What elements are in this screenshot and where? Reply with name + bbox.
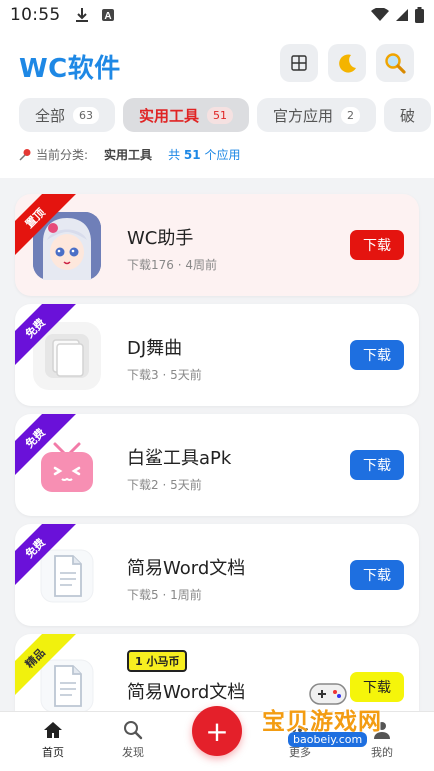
- download-button[interactable]: 下载: [350, 340, 404, 370]
- add-button[interactable]: +: [192, 706, 242, 756]
- download-button[interactable]: 下载: [350, 672, 404, 702]
- status-time: 10:55: [10, 5, 61, 25]
- update-time: 4周前: [185, 258, 218, 272]
- home-icon: [44, 722, 62, 738]
- app-card[interactable]: 置顶 WC助手 下载176 · 4周前 下载: [15, 194, 419, 296]
- tab-label: 实用工具: [139, 106, 200, 125]
- app-name: WC助手: [127, 228, 194, 249]
- update-time: 5天前: [170, 368, 202, 382]
- app-name: 简易Word文档: [127, 682, 246, 703]
- app-meta: 下载5 · 1周前: [127, 586, 202, 603]
- app-title: WC软件: [19, 54, 121, 84]
- wifi-icon: [371, 8, 389, 21]
- category-name: 实用工具: [104, 148, 153, 162]
- app-name: 白鲨工具aPk: [127, 448, 232, 469]
- nav-label: 首页: [42, 746, 64, 759]
- tab-count: 51: [207, 106, 234, 124]
- price-badge: 1 小马币: [127, 650, 188, 672]
- signal-icon: [396, 9, 408, 21]
- app-meta: 下载3 · 5天前: [127, 366, 202, 383]
- app-header: WC软件 全部 63 实用工具 51 官方应用 2 破 当前分类: 实用工具 共…: [0, 30, 434, 178]
- category-total: 共 51 个应用: [168, 146, 240, 163]
- more-icon: [292, 728, 308, 732]
- app-card[interactable]: 免费 白鲨工具aPk 下载2 · 5天前 下载: [15, 414, 419, 516]
- tab-label: 全部: [35, 106, 66, 125]
- moon-icon: [339, 54, 356, 73]
- user-icon: [374, 722, 390, 739]
- download-button[interactable]: 下载: [350, 230, 404, 260]
- download-count: 下载3: [127, 368, 159, 382]
- current-category-info: 当前分类: 实用工具 共 51 个应用: [19, 146, 240, 163]
- tab-label: 破: [400, 106, 416, 125]
- app-list: 置顶 WC助手 下载176 · 4周前 下载 免费 DJ舞曲 下载3 · 5天前…: [0, 178, 434, 712]
- gamepad-icon: [309, 683, 347, 705]
- meta-separator: ·: [162, 368, 171, 382]
- tab-official-apps[interactable]: 官方应用 2: [257, 98, 377, 132]
- meta-separator: ·: [162, 588, 171, 602]
- update-time: 1周前: [170, 588, 202, 602]
- category-prefix: 当前分类:: [36, 148, 89, 162]
- a-box-icon: A: [101, 9, 114, 22]
- grid-icon: [291, 55, 307, 71]
- tab-count: 2: [341, 106, 361, 124]
- tab-count: 63: [73, 106, 100, 124]
- grid-view-button[interactable]: [280, 44, 318, 82]
- category-tabs: 全部 63 实用工具 51 官方应用 2 破: [19, 98, 434, 132]
- tab-cracked[interactable]: 破: [384, 98, 432, 132]
- app-card[interactable]: 精品 1 小马币 简易Word文档 下载: [15, 634, 419, 712]
- meta-separator: ·: [162, 478, 171, 492]
- download-count: 下载5: [127, 588, 159, 602]
- app-meta: 下载2 · 5天前: [127, 476, 202, 493]
- total-suffix: 个应用: [204, 148, 241, 162]
- tab-utilities[interactable]: 实用工具 51: [123, 98, 250, 132]
- nav-mine[interactable]: 我的: [352, 720, 412, 760]
- download-button[interactable]: 下载: [350, 560, 404, 590]
- total-count: 51: [183, 148, 201, 162]
- nav-label: 更多: [289, 746, 311, 759]
- tab-label: 官方应用: [273, 106, 334, 125]
- download-button[interactable]: 下载: [350, 450, 404, 480]
- nav-home[interactable]: 首页: [23, 720, 83, 760]
- nav-discover[interactable]: 发现: [103, 720, 163, 760]
- app-name: 简易Word文档: [127, 558, 246, 579]
- update-time: 5天前: [170, 478, 202, 492]
- svg-text:A: A: [104, 11, 111, 22]
- app-card[interactable]: 免费 简易Word文档 下载5 · 1周前 下载: [15, 524, 419, 626]
- app-name: DJ舞曲: [127, 338, 183, 359]
- search-button[interactable]: [376, 44, 414, 82]
- app-card[interactable]: 免费 DJ舞曲 下载3 · 5天前 下载: [15, 304, 419, 406]
- download-count: 下载2: [127, 478, 159, 492]
- battery-icon: [415, 7, 424, 23]
- nav-label: 我的: [371, 746, 393, 759]
- tab-all[interactable]: 全部 63: [19, 98, 116, 132]
- pushpin-icon: [19, 149, 31, 161]
- search-icon: [124, 721, 143, 740]
- total-prefix: 共: [168, 148, 181, 162]
- nav-label: 发现: [122, 746, 144, 759]
- download-count: 下载176: [127, 258, 174, 272]
- app-meta: 下载176 · 4周前: [127, 256, 217, 273]
- nav-more[interactable]: 更多: [270, 720, 330, 760]
- dark-mode-button[interactable]: [328, 44, 366, 82]
- download-icon: [75, 8, 88, 22]
- search-icon: [385, 53, 406, 74]
- status-bar: 10:55 A: [0, 0, 434, 30]
